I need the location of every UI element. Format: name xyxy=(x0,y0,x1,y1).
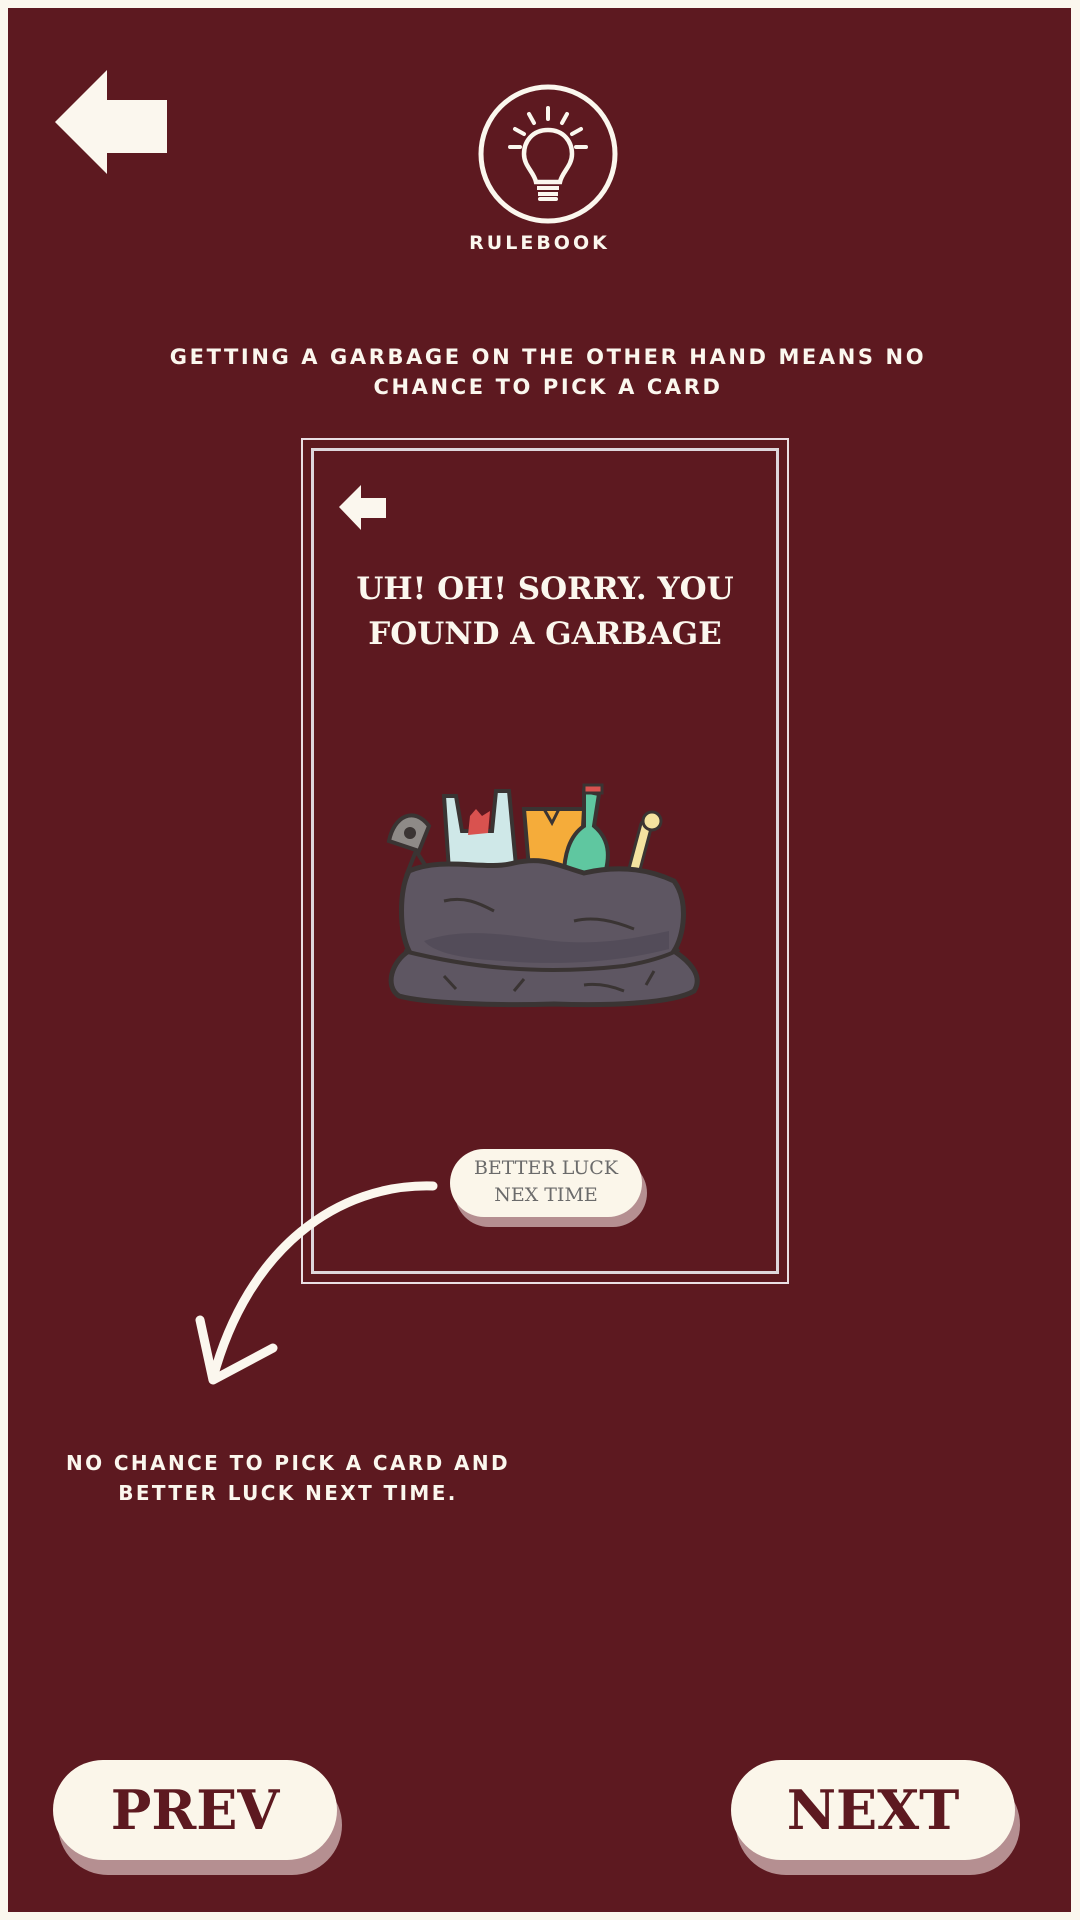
curved-arrow-icon xyxy=(195,1181,438,1385)
card-preview: UH! OH! SORRY. YOU FOUND A GARBAGE BETTE… xyxy=(301,438,789,1284)
card-title: UH! OH! SORRY. YOU FOUND A GARBAGE xyxy=(356,571,734,652)
explanation-note: NO CHANCE TO PICK A CARD AND BETTER LUCK… xyxy=(65,1451,511,1505)
instruction-text: GETTING A GARBAGE ON THE OTHER HAND MEAN… xyxy=(169,345,927,399)
back-arrow-icon[interactable] xyxy=(55,70,175,190)
lightbulb-icon xyxy=(478,84,618,224)
mini-back-arrow-icon xyxy=(339,485,386,530)
garbage-bag-illustration xyxy=(386,783,700,1008)
prev-button[interactable]: PREV xyxy=(53,1760,337,1860)
card-preview-inner: UH! OH! SORRY. YOU FOUND A GARBAGE BETTE… xyxy=(311,448,779,1274)
screen-frame: RULEBOOK GETTING A GARBAGE ON THE OTHER … xyxy=(8,8,1071,1912)
rulebook-label: RULEBOOK xyxy=(469,232,610,254)
better-luck-button: BETTER LUCK NEX TIME xyxy=(450,1149,642,1217)
next-button[interactable]: NEXT xyxy=(731,1760,1015,1860)
